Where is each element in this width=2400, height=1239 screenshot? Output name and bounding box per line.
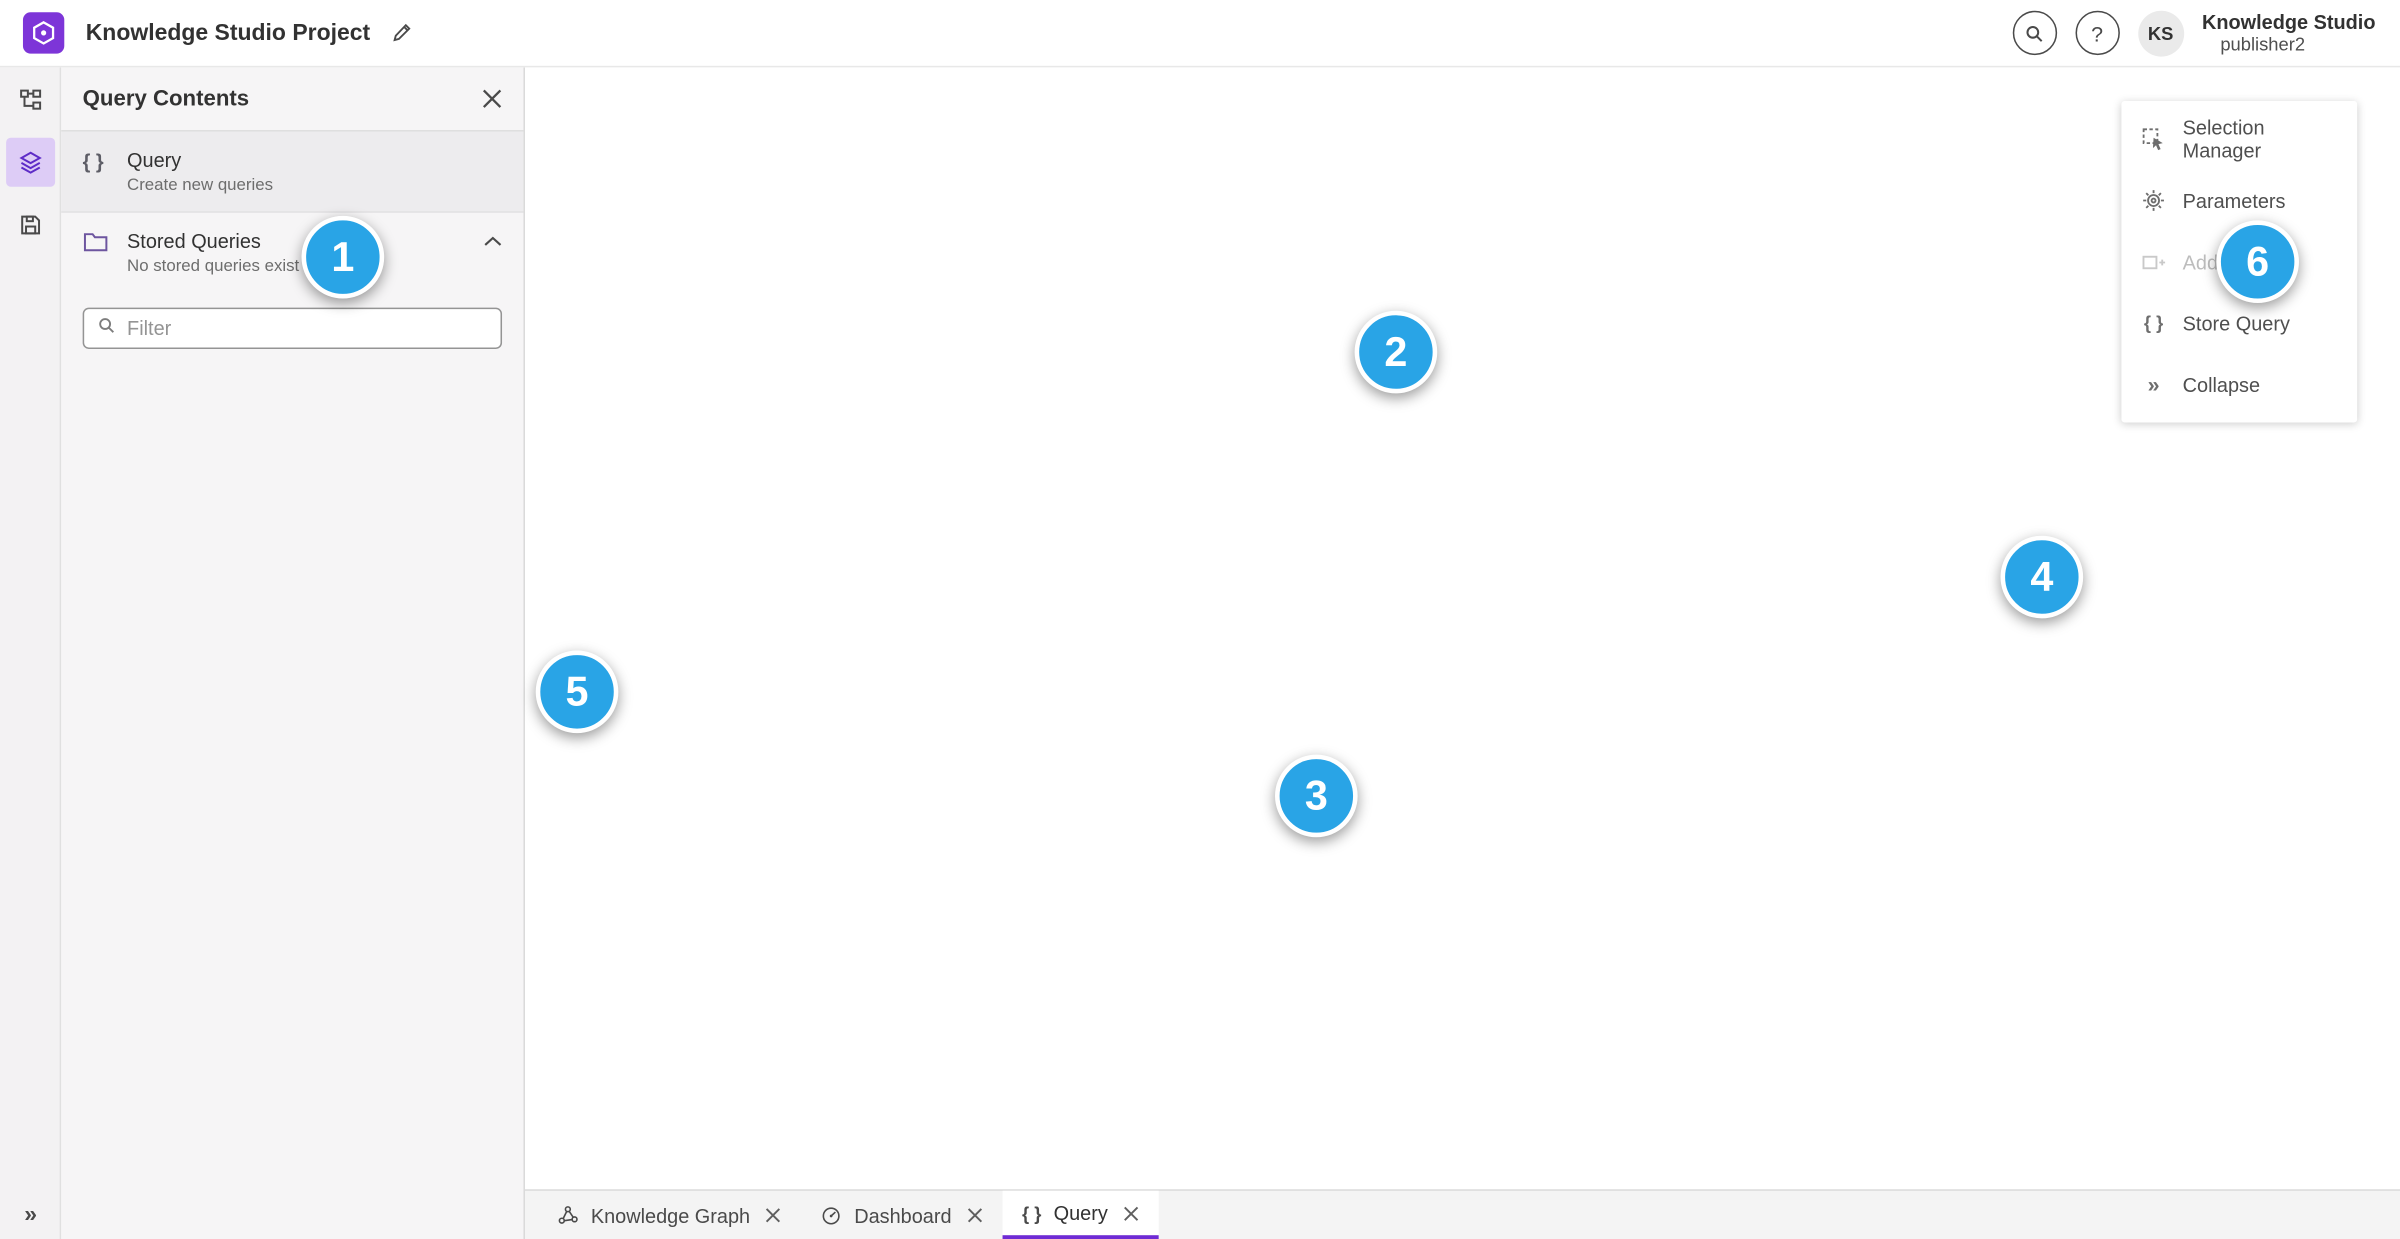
search-button[interactable]: [2012, 10, 2057, 56]
store-query-item[interactable]: { } Store Query: [2121, 292, 2357, 353]
edit-title-icon[interactable]: [390, 21, 413, 44]
rail-save-button[interactable]: [0, 193, 61, 256]
save-icon: [6, 200, 55, 249]
close-panel-button[interactable]: [482, 89, 502, 109]
bottom-tab-bar: Knowledge Graph Dashboard { } Query: [524, 1189, 2400, 1239]
tab-query[interactable]: { } Query: [1002, 1190, 1159, 1239]
double-chevron-right-icon: »: [24, 1201, 37, 1228]
expand-rail-button[interactable]: »: [0, 1202, 61, 1228]
user-name: Knowledge Studio: [2201, 9, 2376, 33]
close-tab-icon[interactable]: [967, 1208, 982, 1223]
callout-5: 5: [535, 650, 619, 734]
filter-input[interactable]: [127, 316, 489, 340]
query-item-label: Query: [127, 148, 182, 172]
callout-6: 6: [2216, 220, 2299, 304]
braces-icon: { }: [1021, 1202, 1042, 1224]
callout-1: 1: [301, 215, 385, 299]
help-icon: ?: [2091, 20, 2104, 46]
top-bar: Knowledge Studio Project ? KS Knowledge …: [0, 0, 2400, 68]
add-to-map-icon: [2141, 250, 2166, 273]
close-tab-icon[interactable]: [1123, 1205, 1138, 1221]
callout-3: 3: [1274, 754, 1358, 838]
query-contents-panel: Query Contents { } Query Create new quer…: [61, 67, 525, 1239]
rail-contents-button[interactable]: [0, 130, 61, 193]
selection-manager-item[interactable]: Selection Manager: [2121, 109, 2357, 170]
tab-dashboard[interactable]: Dashboard: [801, 1191, 1002, 1239]
user-avatar[interactable]: KS: [2137, 9, 2184, 56]
app-logo-icon[interactable]: [22, 12, 65, 54]
parameters-item[interactable]: Parameters: [2121, 170, 2357, 231]
knowledge-graph-icon: [557, 1205, 578, 1226]
tab-knowledge-graph[interactable]: Knowledge Graph: [537, 1191, 800, 1239]
query-item-description: Create new queries: [127, 176, 274, 195]
sidebar-item-stored-queries[interactable]: Stored Queries No stored queries exist: [61, 213, 523, 293]
chevron-up-icon[interactable]: [484, 230, 502, 248]
dashboard-icon: [821, 1205, 842, 1226]
braces-icon: { }: [2143, 312, 2164, 334]
left-rail: »: [0, 67, 62, 1239]
close-tab-icon[interactable]: [765, 1208, 781, 1223]
gear-icon: [2141, 188, 2165, 212]
double-chevron-right-icon: »: [2147, 371, 2160, 397]
search-icon: [96, 315, 116, 343]
stored-queries-label: Stored Queries: [127, 229, 261, 253]
folder-icon: [83, 230, 111, 258]
stored-queries-description: No stored queries exist: [127, 257, 300, 276]
collapse-item[interactable]: » Collapse: [2121, 354, 2357, 415]
stored-queries-filter: [82, 307, 503, 349]
layers-icon: [6, 136, 56, 186]
callout-4: 4: [2000, 535, 2084, 619]
braces-icon: { }: [82, 149, 104, 173]
user-role: publisher2: [2220, 33, 2306, 56]
sidebar-item-query[interactable]: { } Query Create new queries: [61, 131, 524, 213]
help-button[interactable]: ?: [2074, 10, 2120, 56]
callout-2: 2: [1354, 310, 1438, 394]
rail-data-model-button[interactable]: [0, 67, 61, 130]
project-title: Knowledge Studio Project: [85, 19, 371, 46]
panel-title: Query Contents: [82, 86, 250, 111]
user-menu[interactable]: Knowledge Studio publisher2: [2202, 10, 2376, 56]
selection-manager-icon: [2141, 127, 2165, 151]
main-content: [524, 67, 2400, 1190]
hierarchy-icon: [6, 74, 55, 123]
app-window: Knowledge Studio Project ? KS Knowledge …: [0, 0, 2400, 1239]
